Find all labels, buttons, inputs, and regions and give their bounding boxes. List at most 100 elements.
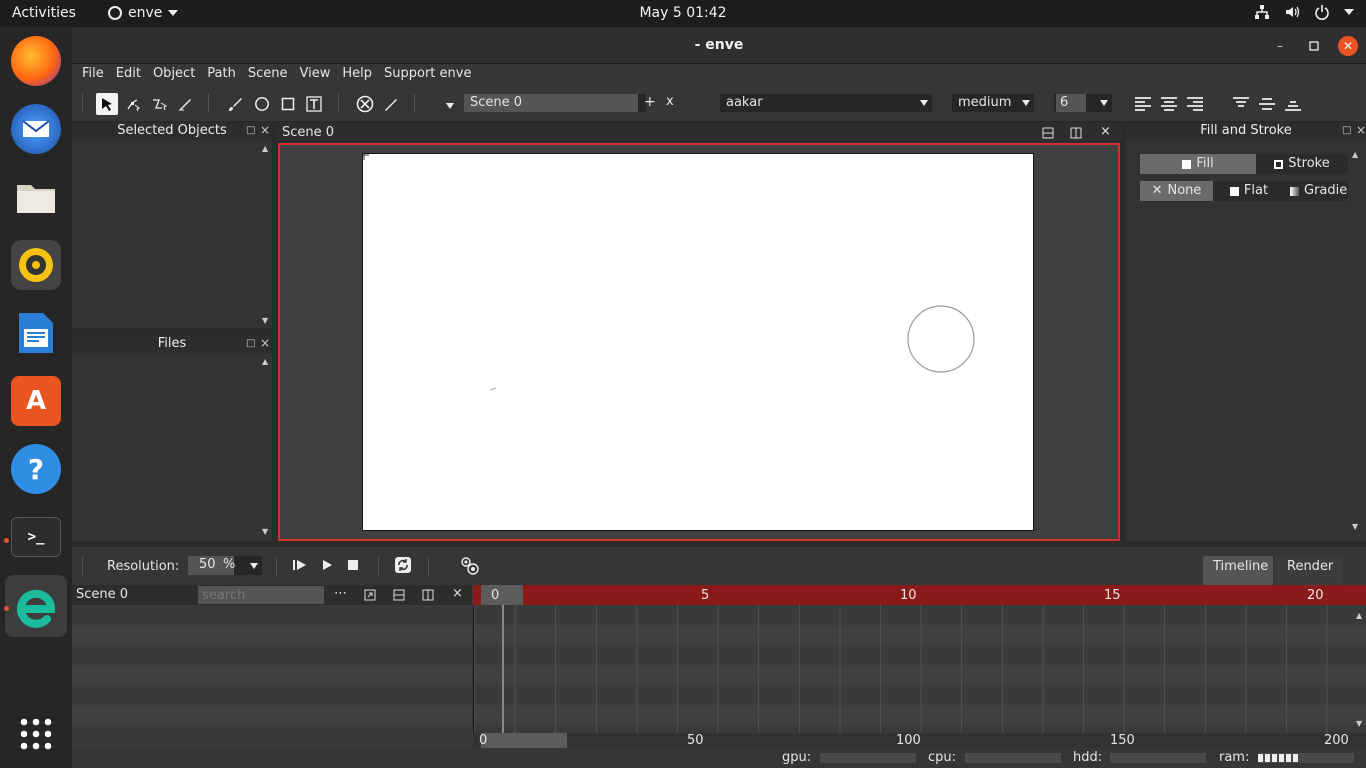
playhead[interactable]	[502, 605, 504, 733]
clock[interactable]: May 5 01:42	[0, 5, 1366, 21]
menu-edit[interactable]: Edit	[116, 64, 149, 84]
keyframe-grid[interactable]: ▲ ▼	[473, 605, 1366, 733]
timeline-search-input[interactable]	[198, 586, 324, 604]
float-panel-icon[interactable]: □	[246, 338, 255, 349]
scene-dropdown-arrow[interactable]	[446, 98, 454, 113]
split-vertical-icon[interactable]	[1070, 127, 1082, 139]
scroll-up-icon[interactable]: ▲	[262, 144, 268, 153]
scroll-down-icon[interactable]: ▼	[262, 527, 268, 536]
libreoffice-writer-icon[interactable]	[11, 308, 61, 358]
text-tool-button[interactable]	[303, 93, 325, 115]
play-preview-icon[interactable]	[292, 558, 308, 572]
remove-scene-button[interactable]: x	[666, 94, 674, 109]
point-tool-button[interactable]	[122, 93, 144, 115]
menu-file[interactable]: File	[82, 64, 112, 84]
align-top-button[interactable]	[1230, 93, 1252, 115]
null-object-tool-button[interactable]	[354, 93, 376, 115]
scroll-down-icon[interactable]: ▼	[1352, 522, 1358, 531]
select-tool-button[interactable]	[96, 93, 118, 115]
align-right-button[interactable]	[1184, 93, 1206, 115]
ubuntu-software-icon[interactable]: A	[11, 376, 61, 426]
float-panel-icon[interactable]: □	[246, 125, 255, 136]
system-tray[interactable]	[1254, 4, 1354, 20]
circle-tool-button[interactable]	[251, 93, 273, 115]
current-frame-marker[interactable]	[481, 585, 523, 605]
resolution-select[interactable]: 50 %	[188, 556, 262, 575]
font-weight-select[interactable]: medium	[952, 94, 1034, 112]
menu-object[interactable]: Object	[153, 64, 203, 84]
close-panel-icon[interactable]: ×	[260, 336, 270, 350]
split-horizontal-icon[interactable]	[393, 589, 405, 601]
close-view-icon[interactable]: ×	[1100, 124, 1111, 139]
render-tab[interactable]: Render	[1275, 556, 1343, 585]
enve-icon[interactable]	[11, 581, 61, 631]
scroll-down-icon[interactable]: ▼	[1356, 719, 1362, 728]
fill-gradient-button[interactable]: Gradier	[1285, 181, 1348, 201]
scene-name-field[interactable]: Scene 0	[464, 94, 638, 112]
terminal-icon[interactable]: >_	[11, 517, 61, 557]
paint-brush-tool-button[interactable]	[224, 93, 246, 115]
panel-splitter[interactable]	[72, 328, 272, 336]
more-options-icon[interactable]: ⋯	[334, 586, 347, 601]
maximize-button[interactable]	[1304, 36, 1324, 56]
menu-scene[interactable]: Scene	[248, 64, 296, 84]
float-panel-icon[interactable]: □	[1342, 125, 1351, 136]
circle-shape[interactable]	[906, 304, 976, 374]
fill-tab[interactable]: Fill	[1140, 154, 1256, 174]
power-icon[interactable]	[1314, 4, 1330, 20]
align-center-button[interactable]	[1158, 93, 1180, 115]
timeline-object-list[interactable]	[72, 605, 472, 733]
selected-objects-panel[interactable]: ▲ ▼	[72, 140, 272, 328]
close-panel-icon[interactable]: ×	[1356, 123, 1366, 137]
add-point-tool-button[interactable]	[148, 93, 170, 115]
fill-flat-button[interactable]: Flat	[1213, 181, 1285, 201]
minimize-button[interactable]: –	[1270, 36, 1290, 56]
scroll-up-icon[interactable]: ▲	[1352, 150, 1358, 159]
split-vertical-icon[interactable]	[422, 589, 434, 601]
play-icon[interactable]	[320, 558, 334, 572]
scroll-up-icon[interactable]: ▲	[1356, 611, 1362, 620]
rectangle-tool-button[interactable]	[277, 93, 299, 115]
chevron-down-icon[interactable]	[1344, 9, 1354, 15]
align-bottom-button[interactable]	[1282, 93, 1304, 115]
thunderbird-icon[interactable]	[11, 104, 61, 154]
align-middle-button[interactable]	[1256, 93, 1278, 115]
scene-tab[interactable]: Scene 0	[282, 125, 334, 140]
volume-icon[interactable]	[1284, 4, 1300, 20]
split-horizontal-icon[interactable]	[1042, 127, 1054, 139]
network-icon[interactable]	[1254, 4, 1270, 20]
close-window-button[interactable]: ✕	[1338, 36, 1358, 56]
audio-settings-icon[interactable]	[460, 556, 480, 576]
font-size-select[interactable]: 6	[1054, 94, 1112, 112]
add-scene-button[interactable]: +	[644, 94, 656, 110]
expand-view-icon[interactable]	[364, 589, 376, 601]
visible-range-handle[interactable]	[481, 733, 567, 748]
close-timeline-icon[interactable]: ×	[452, 586, 463, 601]
range-ruler[interactable]: 0 50 100 150 200	[473, 733, 1366, 748]
frame-ruler[interactable]: 0 5 10 15 20	[473, 585, 1366, 605]
firefox-icon[interactable]	[11, 36, 61, 86]
close-panel-icon[interactable]: ×	[260, 123, 270, 137]
files-panel[interactable]: ▲ ▼	[72, 353, 272, 541]
timeline-tab[interactable]: Timeline	[1203, 556, 1273, 585]
files-icon[interactable]	[11, 172, 61, 222]
show-applications-icon[interactable]	[11, 709, 61, 759]
stroke-tab[interactable]: Stroke	[1256, 154, 1348, 174]
font-family-select[interactable]: aakar	[720, 94, 932, 112]
loop-icon[interactable]	[394, 556, 412, 574]
menu-help[interactable]: Help	[342, 64, 380, 84]
align-left-button[interactable]	[1132, 93, 1154, 115]
stop-icon[interactable]	[346, 558, 360, 572]
fill-none-button[interactable]: ✕ None	[1140, 181, 1213, 201]
draw-path-tool-button[interactable]	[174, 93, 196, 115]
menu-path[interactable]: Path	[207, 64, 244, 84]
scroll-down-icon[interactable]: ▼	[262, 316, 268, 325]
timeline-scene-name[interactable]: Scene 0	[76, 587, 128, 602]
scroll-up-icon[interactable]: ▲	[262, 357, 268, 366]
rhythmbox-icon[interactable]	[11, 240, 61, 290]
scene-canvas[interactable]	[359, 150, 1034, 531]
help-icon[interactable]: ?	[11, 444, 61, 494]
menu-view[interactable]: View	[300, 64, 339, 84]
menu-support-enve[interactable]: Support enve	[384, 64, 479, 84]
color-picker-tool-button[interactable]	[380, 93, 402, 115]
